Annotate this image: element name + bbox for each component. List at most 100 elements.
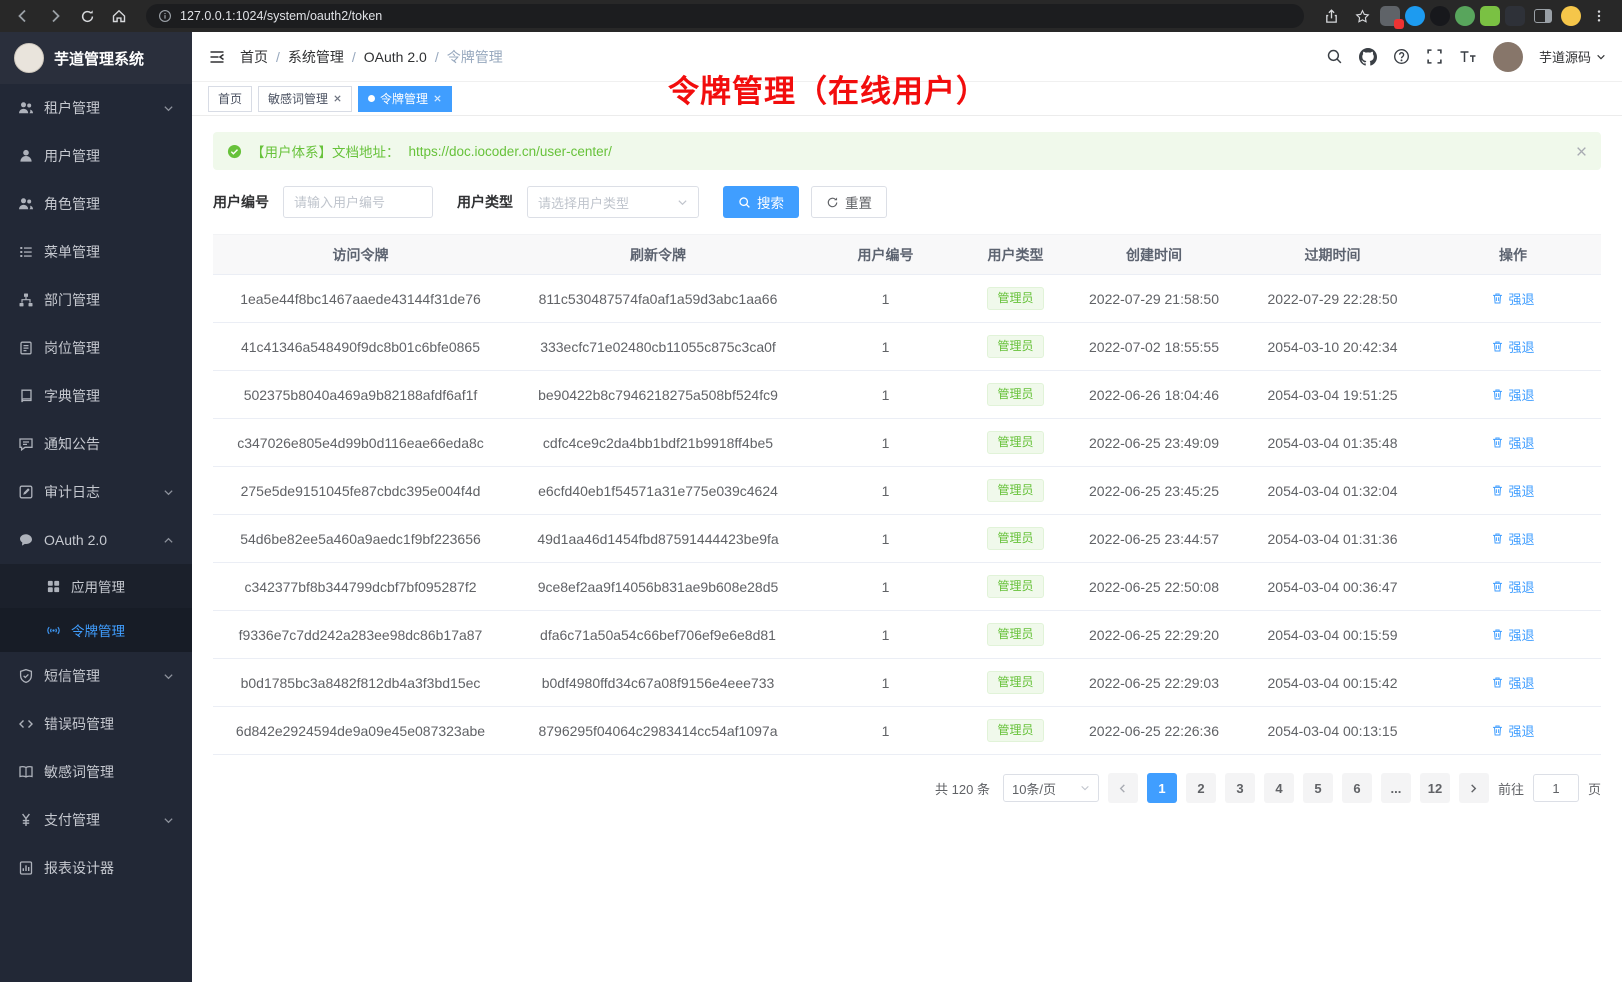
prev-page-button[interactable] <box>1108 773 1138 803</box>
page-button-6[interactable]: 6 <box>1342 773 1372 803</box>
app-window: 芋道管理系统 租户管理 用户管理 角色管理 菜单管理 部 <box>0 32 1622 982</box>
force-logout-button[interactable]: 强退 <box>1491 337 1534 356</box>
page-button-1[interactable]: 1 <box>1147 773 1177 803</box>
sidebar-item-dictionary[interactable]: 字典管理 <box>0 372 192 420</box>
fullscreen-icon[interactable] <box>1426 48 1443 65</box>
sidebar-item-pay[interactable]: 支付管理 <box>0 796 192 844</box>
next-page-button[interactable] <box>1459 773 1489 803</box>
extension-icon-green-puzzle[interactable] <box>1480 6 1500 26</box>
user-type-badge: 管理员 <box>987 623 1043 646</box>
url-bar[interactable]: 127.0.0.1:1024/system/oauth2/token <box>146 4 1304 28</box>
forward-icon[interactable] <box>42 3 68 29</box>
chevron-down-icon <box>163 671 174 682</box>
doc-link[interactable]: https://doc.iocoder.cn/user-center/ <box>409 144 612 159</box>
user-type-label: 用户类型 <box>457 192 513 212</box>
github-icon[interactable] <box>1359 48 1377 66</box>
sidebar-item-tenant[interactable]: 租户管理 <box>0 84 192 132</box>
force-logout-button[interactable]: 强退 <box>1491 673 1534 692</box>
profile-avatar[interactable] <box>1561 6 1581 26</box>
tab-token[interactable]: 令牌管理 <box>358 86 452 112</box>
sidebar-item-sensitive-word[interactable]: 敏感词管理 <box>0 748 192 796</box>
breadcrumb-system[interactable]: 系统管理 <box>288 47 344 67</box>
sidebar-item-menu[interactable]: 菜单管理 <box>0 228 192 276</box>
refresh-token-cell: 811c530487574fa0af1a59d3abc1aa66 <box>508 275 808 323</box>
force-logout-button[interactable]: 强退 <box>1491 625 1534 644</box>
force-logout-button[interactable]: 强退 <box>1491 721 1534 740</box>
page-size-select[interactable]: 10条/页 <box>1003 774 1099 802</box>
sidebar-item-audit-log[interactable]: 审计日志 <box>0 468 192 516</box>
page-more-button[interactable]: ... <box>1381 773 1411 803</box>
user-id-input[interactable] <box>283 186 433 218</box>
action-cell: 强退 <box>1425 467 1601 515</box>
sidebar-item-error-code[interactable]: 错误码管理 <box>0 700 192 748</box>
user-id-cell: 1 <box>808 467 963 515</box>
search-icon[interactable] <box>1326 48 1343 65</box>
chevron-down-icon <box>163 815 174 826</box>
force-logout-button[interactable]: 强退 <box>1491 529 1534 548</box>
force-logout-button[interactable]: 强退 <box>1491 385 1534 404</box>
side-panel-icon[interactable] <box>1530 3 1556 29</box>
extension-icon-blue[interactable] <box>1405 6 1425 26</box>
user-type-select[interactable]: 请选择用户类型 <box>527 186 699 218</box>
share-icon[interactable] <box>1318 3 1344 29</box>
page-button-5[interactable]: 5 <box>1303 773 1333 803</box>
main-area: 首页 系统管理 OAuth 2.0 令牌管理 芋道源码 <box>192 32 1622 982</box>
col-user-type: 用户类型 <box>963 235 1068 275</box>
chevron-down-icon <box>163 103 174 114</box>
browser-menu-icon[interactable] <box>1586 3 1612 29</box>
page-button-12[interactable]: 12 <box>1420 773 1450 803</box>
sidebar-item-label: 应用管理 <box>71 576 125 596</box>
info-icon[interactable] <box>158 9 172 23</box>
page-content: 【用户体系】文档地址： https://doc.iocoder.cn/user-… <box>192 116 1622 982</box>
sidebar-item-role[interactable]: 角色管理 <box>0 180 192 228</box>
extension-icon-dark-2[interactable] <box>1505 6 1525 26</box>
back-icon[interactable] <box>10 3 36 29</box>
breadcrumb-oauth[interactable]: OAuth 2.0 <box>364 49 427 65</box>
audit-log-icon <box>18 484 34 500</box>
user-type-badge: 管理员 <box>987 383 1043 406</box>
user-type-cell: 管理员 <box>963 659 1068 707</box>
reset-button[interactable]: 重置 <box>811 186 887 218</box>
sidebar-item-user[interactable]: 用户管理 <box>0 132 192 180</box>
close-icon[interactable] <box>333 94 342 103</box>
tab-home[interactable]: 首页 <box>208 86 252 112</box>
breadcrumb-home[interactable]: 首页 <box>240 47 268 67</box>
reload-icon[interactable] <box>74 3 100 29</box>
search-button[interactable]: 搜索 <box>723 186 799 218</box>
tab-sensitive-word[interactable]: 敏感词管理 <box>258 86 352 112</box>
sidebar-item-oauth-app[interactable]: 应用管理 <box>0 564 192 608</box>
user-id-cell: 1 <box>808 275 963 323</box>
goto-page-input[interactable] <box>1533 774 1579 802</box>
force-logout-label: 强退 <box>1508 577 1534 596</box>
force-logout-button[interactable]: 强退 <box>1491 289 1534 308</box>
page-button-2[interactable]: 2 <box>1186 773 1216 803</box>
force-logout-button[interactable]: 强退 <box>1491 433 1534 452</box>
sidebar-item-post[interactable]: 岗位管理 <box>0 324 192 372</box>
sidebar-toggle-icon[interactable] <box>208 48 226 66</box>
help-icon[interactable] <box>1393 48 1410 65</box>
app-logo[interactable]: 芋道管理系统 <box>0 32 192 84</box>
sidebar-item-oauth[interactable]: OAuth 2.0 <box>0 516 192 564</box>
breadcrumb-separator <box>352 49 356 65</box>
bookmark-star-icon[interactable] <box>1349 3 1375 29</box>
home-icon[interactable] <box>106 3 132 29</box>
force-logout-label: 强退 <box>1508 673 1534 692</box>
user-dropdown[interactable]: 芋道源码 <box>1539 47 1606 66</box>
page-button-4[interactable]: 4 <box>1264 773 1294 803</box>
force-logout-button[interactable]: 强退 <box>1491 577 1534 596</box>
extension-icon-dark-1[interactable] <box>1430 6 1450 26</box>
tab-label: 首页 <box>218 90 242 107</box>
force-logout-button[interactable]: 强退 <box>1491 481 1534 500</box>
sidebar-item-notice[interactable]: 通知公告 <box>0 420 192 468</box>
close-icon[interactable] <box>433 94 442 103</box>
user-avatar[interactable] <box>1493 42 1523 72</box>
extension-icon-downloads[interactable] <box>1380 6 1400 26</box>
sidebar-item-sms[interactable]: 短信管理 <box>0 652 192 700</box>
sidebar-item-report-designer[interactable]: 报表设计器 <box>0 844 192 892</box>
sidebar-item-department[interactable]: 部门管理 <box>0 276 192 324</box>
sidebar-item-oauth-token[interactable]: 令牌管理 <box>0 608 192 652</box>
extension-icon-green-1[interactable] <box>1455 6 1475 26</box>
page-button-3[interactable]: 3 <box>1225 773 1255 803</box>
alert-close-icon[interactable] <box>1576 146 1587 157</box>
font-size-icon[interactable] <box>1459 49 1477 65</box>
